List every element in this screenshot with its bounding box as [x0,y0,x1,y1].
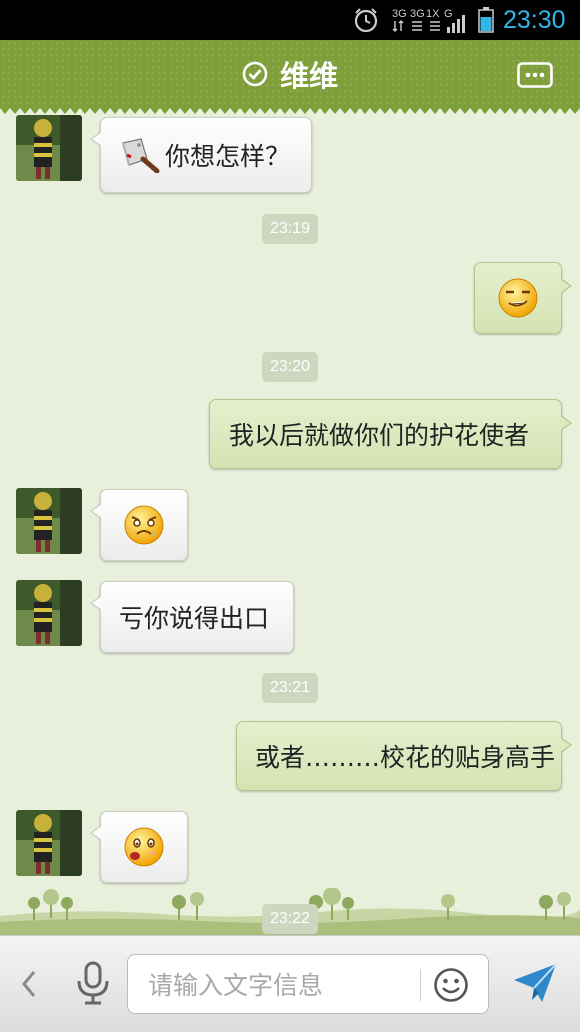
chat-header: 维维 [0,40,580,114]
incoming-message-bubble[interactable] [90,811,188,883]
avatar[interactable] [16,580,82,646]
back-icon[interactable] [18,968,40,1000]
timestamp: 23:21 [262,673,319,703]
outgoing-message-bubble[interactable]: 或者………校花的贴身高手 [236,721,572,791]
alarm-icon [354,8,378,33]
message-text: 或者………校花的贴身高手 [255,743,556,772]
avatar-photo [16,115,82,181]
network-icon: 3G 3G 1X G [392,8,465,33]
clock: 23:30 [503,6,566,34]
network-label-g: G [444,8,453,20]
avatar-photo [16,810,82,876]
network-label-3g-a: 3G [392,8,407,20]
avatar[interactable] [16,115,82,181]
surprised-face-icon [124,827,164,867]
timestamp: 23:20 [262,352,319,382]
message-text: 我以后就做你们的护花使者 [229,421,530,450]
status-bar: 3G 3G 1X G 23:30 [0,0,580,40]
check-circle-icon [242,61,268,87]
timestamp: 23:19 [262,214,319,244]
outgoing-message-bubble[interactable]: 我以后就做你们的护花使者 [209,399,572,469]
smirk-face-icon [498,278,538,318]
contact-name: 维维 [279,59,338,93]
cleaver-icon [122,138,160,173]
network-label-3g-b: 3G [410,8,425,20]
message-input[interactable] [146,955,420,1015]
incoming-message-bubble[interactable]: 你想怎样？ [90,117,312,193]
timestamp: 23:22 [262,904,319,934]
microphone-icon[interactable] [74,961,112,1005]
more-icon[interactable] [517,62,553,88]
outgoing-message-bubble[interactable] [474,262,572,334]
incoming-message-bubble[interactable] [90,489,188,561]
avatar[interactable] [16,810,82,876]
worried-face-icon [124,505,164,545]
message-text: 你想怎样？ [165,142,291,171]
battery-icon [478,7,494,33]
message-text: 亏你说得出口 [119,604,270,633]
input-bar [0,935,580,1032]
avatar-photo [16,580,82,646]
smiley-icon[interactable] [433,967,469,1003]
avatar-photo [16,488,82,554]
network-label-1x: 1X [426,8,440,20]
chat-area[interactable]: 你想怎样？ 23:19 23:20 我以后就做你们的护花使者 亏你说得出口 23… [0,108,580,935]
incoming-message-bubble[interactable]: 亏你说得出口 [90,581,294,653]
input-divider [420,969,421,1001]
send-icon[interactable] [512,962,558,1004]
message-input-field[interactable] [127,954,489,1015]
avatar[interactable] [16,488,82,554]
